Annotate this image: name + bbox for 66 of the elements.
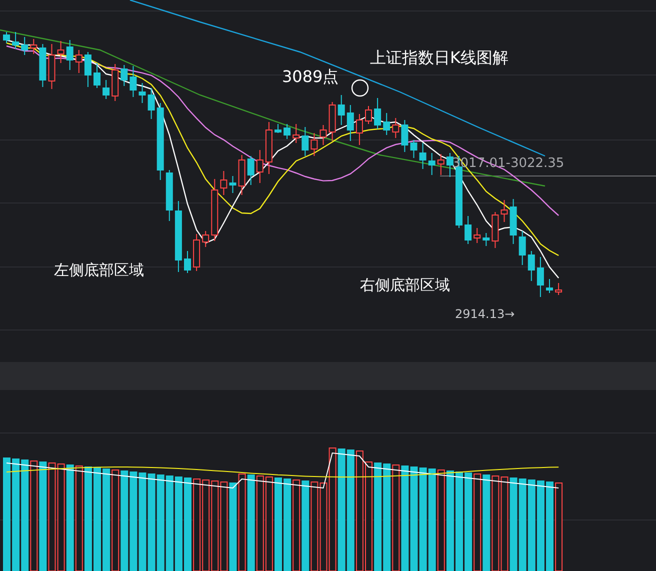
candlestick <box>474 228 481 244</box>
candlestick <box>66 40 74 70</box>
candlestick <box>48 44 56 90</box>
candlestick <box>148 88 155 120</box>
candlestick <box>84 52 92 88</box>
candlestick <box>21 36 28 56</box>
candlestick <box>238 154 246 196</box>
candlestick <box>510 198 517 244</box>
candlestick <box>383 112 390 136</box>
candlestick <box>518 230 526 266</box>
candlestick <box>446 152 454 178</box>
candlestick <box>320 124 327 146</box>
candlestick <box>346 104 354 142</box>
candlestick <box>202 230 210 248</box>
candlestick <box>437 154 444 176</box>
candlestick <box>174 200 182 272</box>
candlestick <box>256 150 264 184</box>
candlestick <box>328 102 336 142</box>
candlestick <box>112 64 119 102</box>
candlestick <box>546 278 553 294</box>
candlestick <box>39 44 46 88</box>
candlestick <box>338 94 345 126</box>
candlestick <box>528 250 535 282</box>
candlestick <box>229 176 236 194</box>
candlestick <box>555 282 562 296</box>
candlestick <box>265 122 272 174</box>
candlestick <box>274 124 282 134</box>
candlestick <box>482 232 490 246</box>
candlestick <box>401 120 408 152</box>
candlestick <box>419 142 426 170</box>
candlestick <box>75 50 82 74</box>
candlestick <box>464 216 472 244</box>
candlestick <box>310 132 318 156</box>
candlestick <box>166 170 173 222</box>
candlestick <box>247 156 254 186</box>
candlestick <box>138 82 146 104</box>
low-price-label: 2914.13→ <box>455 307 515 321</box>
chart-title: 上证指数日K线图解 <box>370 48 508 67</box>
candlestick <box>30 38 38 54</box>
candlestick <box>428 152 436 176</box>
candlestick <box>130 66 137 98</box>
candlestick <box>356 114 363 146</box>
candlestick <box>410 140 418 158</box>
candlestick <box>365 106 372 124</box>
candlestick <box>220 170 228 196</box>
candlestick <box>392 118 400 138</box>
peak-label: 3089点 <box>282 67 339 86</box>
candlestick <box>284 124 291 140</box>
right-zone-label: 右侧底部区域 <box>360 276 450 294</box>
candlestick <box>292 124 300 144</box>
peak-marker-circle <box>351 79 369 97</box>
candlestick <box>94 62 100 88</box>
candlestick <box>536 256 544 298</box>
candlestick <box>102 80 110 100</box>
candlestick <box>211 178 218 242</box>
candlestick <box>57 40 64 64</box>
candlestick <box>492 212 499 248</box>
candlestick <box>193 234 200 272</box>
left-zone-label: 左侧底部区域 <box>54 261 144 279</box>
candlestick <box>3 32 10 44</box>
candlestick <box>12 32 20 50</box>
candlestick <box>500 200 508 222</box>
candlestick <box>120 64 128 86</box>
candlestick <box>374 98 382 130</box>
candlestick <box>184 250 191 274</box>
candlestick <box>302 126 309 156</box>
